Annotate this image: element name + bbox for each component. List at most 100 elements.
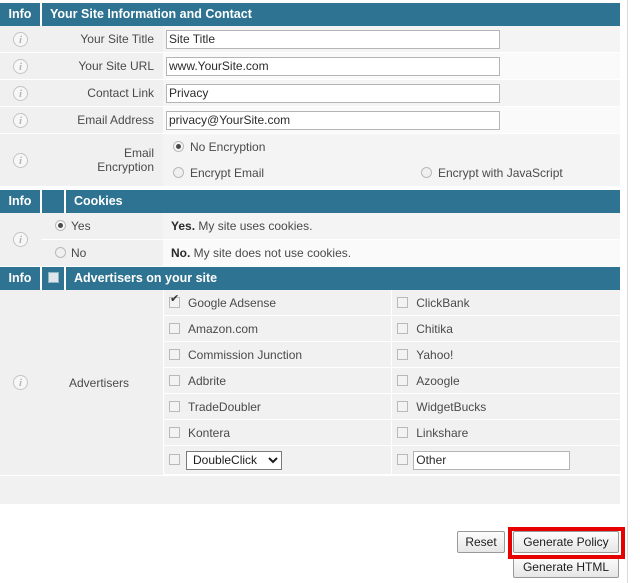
contact-link-input[interactable] [166, 84, 500, 103]
advertiser-label: Azoogle [416, 374, 459, 388]
field-input-cell [163, 107, 620, 134]
button-bar: Reset Generate Policy Generate HTML [0, 527, 620, 581]
advertiser-row: Adbrite Azoogle [164, 368, 621, 394]
advertiser-cell-clickbank[interactable]: ClickBank [392, 290, 620, 316]
checkbox-icon[interactable] [169, 323, 180, 334]
radio-cookies-no[interactable] [41, 246, 66, 260]
checkbox-icon[interactable] [397, 401, 408, 412]
info-icon[interactable]: i [13, 232, 28, 247]
reset-button[interactable]: Reset [457, 531, 505, 553]
field-label: Email Address [65, 107, 163, 134]
cookies-desc-yes: Yes. My site uses cookies. [163, 213, 620, 240]
checkbox-icon[interactable] [397, 323, 408, 334]
advertiser-cell-doubleclick[interactable]: DoubleClick [164, 446, 392, 475]
cookies-label-no: No [65, 240, 163, 267]
advertiser-other-input[interactable] [413, 451, 570, 470]
advertiser-select[interactable]: DoubleClick [186, 451, 282, 470]
radio-encrypt-email[interactable]: Encrypt Email [173, 166, 264, 180]
field-input-cell [163, 26, 620, 53]
advertiser-cell-widgetbucks[interactable]: WidgetBucks [392, 394, 620, 420]
checkbox-icon[interactable] [169, 375, 180, 386]
site-info-header-title: Your Site Information and Contact [41, 3, 620, 26]
site-title-input[interactable] [166, 30, 500, 49]
generate-html-button[interactable]: Generate HTML [513, 556, 619, 578]
site-info-header-row: Info Your Site Information and Contact [0, 3, 620, 26]
advertiser-cell-google-adsense[interactable]: Google Adsense [164, 290, 392, 316]
radio-icon[interactable] [173, 167, 184, 178]
advertiser-cell-yahoo[interactable]: Yahoo! [392, 342, 620, 368]
radio-label: Encrypt with JavaScript [438, 166, 563, 180]
checkbox-icon[interactable] [169, 401, 180, 412]
checkbox-icon[interactable] [397, 297, 408, 308]
cookies-desc-bold: No. [171, 246, 190, 260]
advertiser-cell-other[interactable] [392, 446, 620, 475]
info-cell: i [0, 80, 41, 107]
field-row-contact-link: i Contact Link [0, 80, 620, 107]
advertisers-header-row: Info Advertisers on your site [0, 267, 620, 291]
cookies-desc-no: No. My site does not use cookies. [163, 240, 620, 267]
field-row-email-address: i Email Address [0, 107, 620, 134]
advertiser-cell-azoogle[interactable]: Azoogle [392, 368, 620, 394]
info-icon[interactable]: i [13, 113, 28, 128]
checkbox-icon[interactable] [169, 297, 180, 308]
cookies-desc-text: My site does not use cookies. [190, 246, 351, 260]
spacer-cell [41, 134, 65, 187]
advertiser-label: ClickBank [416, 296, 469, 310]
advertiser-label: WidgetBucks [416, 400, 486, 414]
checkbox-icon[interactable] [397, 375, 408, 386]
info-cell: i [0, 213, 41, 267]
info-icon[interactable]: i [13, 153, 28, 168]
advertiser-cell-linkshare[interactable]: Linkshare [392, 420, 620, 446]
advertiser-row-last: DoubleClick [164, 446, 621, 475]
field-input-cell [163, 53, 620, 80]
email-address-input[interactable] [166, 111, 500, 130]
radio-icon[interactable] [421, 167, 432, 178]
encryption-options-cell: No Encryption Encrypt Email Encrypt with… [163, 134, 620, 187]
spacer-cell [41, 80, 65, 107]
site-url-input[interactable] [166, 57, 500, 76]
advertiser-cell-amazon[interactable]: Amazon.com [164, 316, 392, 342]
advertiser-label: Yahoo! [416, 348, 453, 362]
radio-no-encryption[interactable]: No Encryption [173, 140, 265, 154]
info-icon[interactable]: i [13, 375, 28, 390]
checkbox-icon[interactable] [169, 427, 180, 438]
encryption-label: Email Encryption [65, 134, 163, 187]
radio-encrypt-javascript[interactable]: Encrypt with JavaScript [421, 160, 563, 186]
info-cell: i [0, 53, 41, 80]
radio-label: Encrypt Email [190, 166, 264, 180]
radio-label: No Encryption [190, 140, 265, 154]
radio-icon[interactable] [55, 220, 66, 231]
field-row-email-encryption: i Email Encryption No Encryption Encrypt… [0, 134, 620, 187]
advertisers-select-all-cell[interactable] [41, 267, 65, 291]
cookies-label-yes: Yes [65, 213, 163, 240]
advertiser-cell-tradedoubler[interactable]: TradeDoubler [164, 394, 392, 420]
checkbox-icon[interactable] [397, 427, 408, 438]
advertiser-cell-adbrite[interactable]: Adbrite [164, 368, 392, 394]
info-icon[interactable]: i [13, 32, 28, 47]
policy-generator-page: Info Your Site Information and Contact i… [0, 0, 640, 583]
checkbox-icon[interactable] [169, 349, 180, 360]
page-edge-line [627, 0, 628, 583]
advertiser-label: Adbrite [188, 374, 226, 388]
advertiser-cell-kontera[interactable]: Kontera [164, 420, 392, 446]
advertiser-label: Commission Junction [188, 348, 302, 362]
generate-policy-button[interactable]: Generate Policy [513, 531, 619, 553]
radio-cookies-yes[interactable] [41, 219, 66, 233]
radio-icon[interactable] [55, 247, 66, 258]
cookies-desc-text: My site uses cookies. [195, 219, 312, 233]
info-icon[interactable]: i [13, 86, 28, 101]
advertiser-cell-commission-junction[interactable]: Commission Junction [164, 342, 392, 368]
advertisers-grid: Google Adsense ClickBank Amazon.com Chit… [163, 290, 620, 475]
advertiser-cell-chitika[interactable]: Chitika [392, 316, 620, 342]
advertiser-row: Kontera Linkshare [164, 420, 621, 446]
checkbox-icon[interactable] [397, 454, 408, 465]
field-input-cell [163, 80, 620, 107]
advertiser-row: Commission Junction Yahoo! [164, 342, 621, 368]
checkbox-icon[interactable] [169, 454, 180, 465]
info-icon[interactable]: i [13, 59, 28, 74]
select-all-checkbox-icon[interactable] [48, 272, 59, 283]
advertiser-row: TradeDoubler WidgetBucks [164, 394, 621, 420]
page-outer-margin [631, 0, 640, 583]
radio-icon[interactable] [173, 141, 184, 152]
checkbox-icon[interactable] [397, 349, 408, 360]
